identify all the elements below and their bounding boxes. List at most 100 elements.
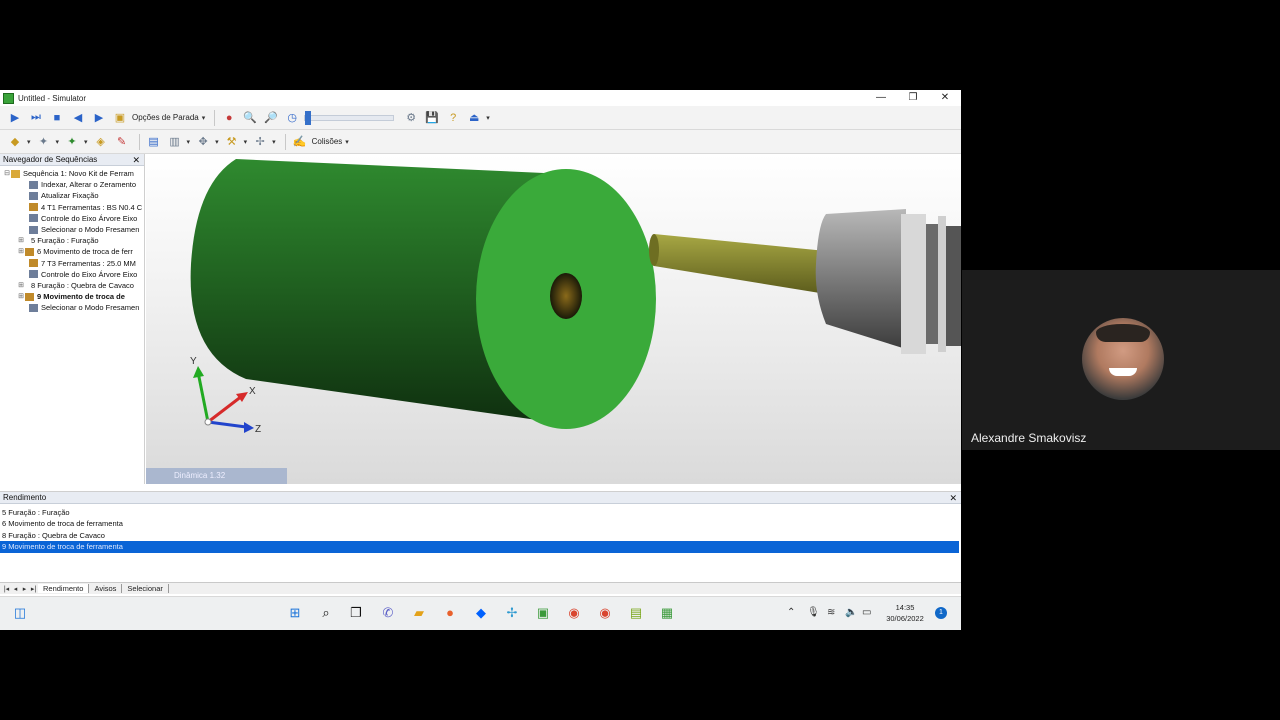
search-icon[interactable]: ⌕ [318, 605, 334, 621]
fast-forward-icon[interactable]: ▶ [90, 109, 108, 127]
navigator-close-icon[interactable]: ✕ [132, 154, 140, 166]
start-icon[interactable]: ⊞ [287, 605, 303, 621]
rotate-icon[interactable]: ✢ [251, 133, 269, 151]
app-icon[interactable]: ✢ [504, 605, 520, 621]
maximize-button[interactable]: ❐ [897, 90, 929, 106]
tree-expander[interactable]: ⊞ [17, 246, 25, 257]
stop-options-icon[interactable]: ▣ [111, 109, 129, 127]
part-icon[interactable]: ◆ [6, 133, 24, 151]
tree-item[interactable]: Controle do Eixo Árvore Eixo [0, 269, 144, 280]
tab-selecionar[interactable]: Selecionar [122, 584, 169, 593]
minimize-button[interactable]: — [865, 90, 897, 106]
firefox-icon[interactable]: ● [442, 605, 458, 621]
step-icon[interactable]: ⏭ [27, 109, 45, 127]
chrome-profile-icon[interactable]: ◉ [597, 605, 613, 621]
tree-expander[interactable]: ⊞ [17, 291, 25, 302]
chevron-down-icon[interactable]: ▾ [202, 114, 206, 122]
speaker-icon[interactable]: 🔈 [845, 607, 857, 618]
speed-slider[interactable] [304, 110, 395, 125]
fixture-icon[interactable]: ✦ [63, 133, 81, 151]
notification-badge[interactable]: 1 [935, 607, 947, 619]
tree-item[interactable]: ⊞ 8 Furação : Quebra de Cavaco [0, 280, 144, 291]
stock-icon[interactable]: ◈ [92, 133, 110, 151]
save-icon[interactable]: 💾 [423, 109, 441, 127]
chevron-down-icon[interactable]: ▾ [244, 138, 248, 146]
tree-item[interactable]: ⊞ 9 Movimento de troca de [0, 291, 144, 302]
output-line-selected[interactable]: 9 Movimento de troca de ferramenta [0, 541, 959, 553]
tab-last-icon[interactable]: ▸| [29, 585, 38, 593]
chevron-down-icon[interactable]: ▾ [56, 138, 60, 146]
simulator-app-icon[interactable]: ▣ [535, 605, 551, 621]
play-icon[interactable]: ▶ [6, 109, 24, 127]
edgecam-icon[interactable]: ▤ [628, 605, 644, 621]
tree-item-label: 4 T1 Ferramentas : BS N0.4 C [41, 202, 143, 212]
tool-icon[interactable]: ✦ [35, 133, 53, 151]
tree-item[interactable]: Selecionar o Modo Fresamen [0, 224, 144, 235]
microphone-icon[interactable]: 🎙 [807, 607, 820, 618]
tab-next-icon[interactable]: ▸ [20, 585, 29, 593]
tree-item[interactable]: Selecionar o Modo Fresamen [0, 302, 144, 313]
tree-expander[interactable]: ⊞ [17, 280, 25, 291]
chevron-down-icon[interactable]: ▾ [187, 138, 191, 146]
zoom-fit-icon[interactable]: 🔎 [262, 109, 280, 127]
speed-icon[interactable]: ◷ [283, 109, 301, 127]
machine-icon[interactable]: ⚒ [223, 133, 241, 151]
3d-viewport[interactable]: Y X Z Dinâmica 1.32 [146, 154, 961, 484]
toolpath-icon[interactable]: ✎ [113, 133, 131, 151]
tree-item[interactable]: Indexar, Alterar o Zeramento [0, 179, 144, 190]
help-icon[interactable]: ? [444, 109, 462, 127]
dropbox-icon[interactable]: ◆ [473, 605, 489, 621]
stop-icon[interactable]: ■ [48, 109, 66, 127]
tree-expander[interactable]: ⊟ [3, 168, 11, 179]
record-icon[interactable]: ● [220, 109, 238, 127]
tab-avisos[interactable]: Avisos [89, 584, 123, 593]
chevron-down-icon[interactable]: ▾ [27, 138, 31, 146]
chevron-down-icon[interactable]: ▾ [272, 138, 276, 146]
axis-z-line [207, 420, 247, 429]
tab-rendimento[interactable]: Rendimento [38, 584, 90, 593]
tree-item[interactable]: 4 T1 Ferramentas : BS N0.4 C [0, 202, 144, 213]
collisions-icon[interactable]: ✍ [291, 133, 309, 151]
task-view-icon[interactable]: ◫ [12, 605, 28, 621]
chevron-down-icon[interactable]: ▾ [215, 138, 219, 146]
clock[interactable]: 14:35 30/06/2022 [880, 602, 930, 624]
tree-item[interactable]: 7 T3 Ferramentas : 25.0 MM [0, 258, 144, 269]
output-close-icon[interactable]: ✕ [949, 492, 957, 504]
settings-icon[interactable]: ⚙ [402, 109, 420, 127]
tree-item[interactable]: ⊞ 5 Furação : Furação [0, 235, 144, 246]
view-angle-icon[interactable]: ▥ [166, 133, 184, 151]
file-explorer-icon[interactable]: ▰ [411, 605, 427, 621]
tab-first-icon[interactable]: |◂ [2, 585, 11, 593]
tab-prev-icon[interactable]: ◂ [11, 585, 20, 593]
stop-options-label[interactable]: Opções de Parada [132, 113, 199, 122]
zoom-icon[interactable]: 🔍 [241, 109, 259, 127]
chevron-down-icon[interactable]: ▾ [486, 114, 490, 122]
navigator-header: Navegador de Sequências ✕ [0, 154, 144, 166]
tree-item[interactable]: ⊞ 6 Movimento de troca de ferr [0, 246, 144, 257]
output-line[interactable]: 6 Movimento de troca de ferramenta [0, 518, 961, 529]
eject-icon[interactable]: ⏏ [465, 109, 483, 127]
tree-expander[interactable]: ⊞ [17, 235, 25, 246]
chrome-icon[interactable]: ◉ [566, 605, 582, 621]
simulator-active-icon[interactable]: ▦ [659, 605, 675, 621]
view-icon[interactable]: ▤ [145, 133, 163, 151]
rewind-icon[interactable]: ◀ [69, 109, 87, 127]
chevron-up-icon[interactable]: ⌃ [787, 607, 795, 618]
axis-icon[interactable]: ✥ [194, 133, 212, 151]
collisions-label[interactable]: Colisões [312, 137, 343, 146]
chevron-down-icon[interactable]: ▾ [345, 138, 349, 146]
output-line[interactable]: 8 Furação : Quebra de Cavaco [0, 530, 961, 541]
wifi-icon[interactable]: ≋ [827, 607, 835, 618]
spindle-ring [926, 224, 938, 344]
battery-icon[interactable]: ▭ [862, 607, 871, 618]
tree-item[interactable]: Controle do Eixo Árvore Eixo [0, 213, 144, 224]
close-button[interactable]: ✕ [929, 90, 961, 106]
output-line[interactable]: 5 Furação : Furação [0, 507, 961, 518]
scene-svg: Y X Z [190, 159, 961, 435]
chat-icon[interactable]: ✆ [380, 605, 396, 621]
chevron-down-icon[interactable]: ▾ [84, 138, 88, 146]
tree-item[interactable]: ⊟ Sequência 1: Novo Kit de Ferram [0, 168, 144, 179]
task-view-button-icon[interactable]: ❐ [348, 605, 364, 621]
speed-slider-knob[interactable] [305, 110, 312, 125]
tree-item[interactable]: Atualizar Fixação [0, 190, 144, 201]
